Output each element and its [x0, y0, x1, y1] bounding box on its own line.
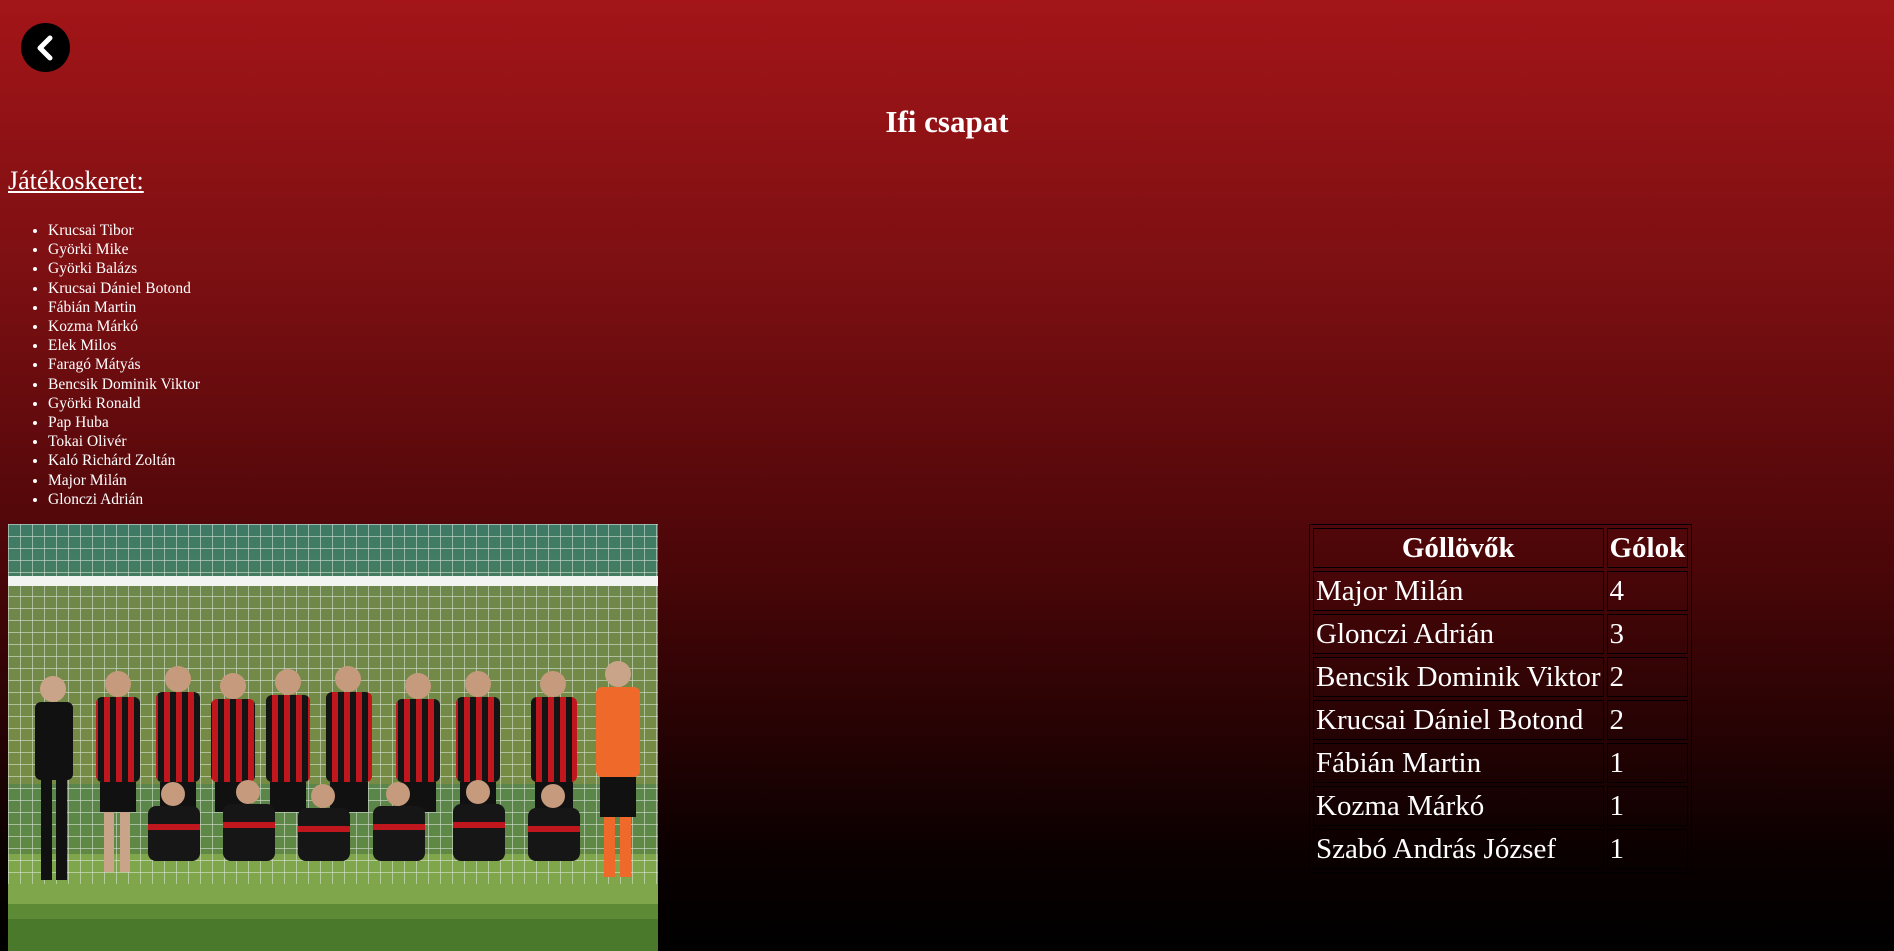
table-row: Krucsai Dániel Botond 2	[1313, 700, 1689, 740]
list-item: Kozma Márkó	[48, 317, 200, 336]
scorer-goals: 1	[1606, 829, 1689, 869]
list-item: Glonczi Adrián	[48, 490, 200, 509]
roster-list: Krucsai Tibor Györki Mike Györki Balázs …	[8, 221, 200, 509]
table-row: Fábián Martin 1	[1313, 743, 1689, 783]
table-row: Bencsik Dominik Viktor 2	[1313, 657, 1689, 697]
column-header-goals: Gólok	[1606, 528, 1689, 568]
scorer-name: Kozma Márkó	[1313, 786, 1604, 826]
list-item: Major Milán	[48, 471, 200, 490]
scorer-name: Szabó András József	[1313, 829, 1604, 869]
list-item: Faragó Mátyás	[48, 355, 200, 374]
scorer-name: Bencsik Dominik Viktor	[1313, 657, 1604, 697]
list-item: Györki Mike	[48, 240, 200, 259]
scorer-name: Krucsai Dániel Botond	[1313, 700, 1604, 740]
list-item: Pap Huba	[48, 413, 200, 432]
list-item: Krucsai Dániel Botond	[48, 279, 200, 298]
back-button[interactable]	[21, 23, 70, 72]
scorer-name: Glonczi Adrián	[1313, 614, 1604, 654]
list-item: Elek Milos	[48, 336, 200, 355]
table-row: Szabó András József 1	[1313, 829, 1689, 869]
scorer-goals: 1	[1606, 743, 1689, 783]
list-item: Tokai Olivér	[48, 432, 200, 451]
roster-heading: Játékoskeret:	[8, 166, 144, 195]
scorer-goals: 1	[1606, 786, 1689, 826]
scorer-goals: 4	[1606, 571, 1689, 611]
team-photo	[8, 524, 658, 951]
scorer-goals: 3	[1606, 614, 1689, 654]
table-row: Glonczi Adrián 3	[1313, 614, 1689, 654]
list-item: Kaló Richárd Zoltán	[48, 451, 200, 470]
scorer-name: Fábián Martin	[1313, 743, 1604, 783]
chevron-left-icon	[37, 35, 52, 60]
scorer-goals: 2	[1606, 700, 1689, 740]
list-item: Bencsik Dominik Viktor	[48, 375, 200, 394]
scorer-name: Major Milán	[1313, 571, 1604, 611]
list-item: Krucsai Tibor	[48, 221, 200, 240]
table-row: Major Milán 4	[1313, 571, 1689, 611]
scorer-goals: 2	[1606, 657, 1689, 697]
list-item: Györki Ronald	[48, 394, 200, 413]
page-title: Ifi csapat	[885, 104, 1009, 139]
list-item: Györki Balázs	[48, 259, 200, 278]
table-header-row: Góllövők Gólok	[1313, 528, 1689, 568]
scorers-table: Góllövők Gólok Major Milán 4 Glonczi Adr…	[1309, 524, 1693, 873]
table-row: Kozma Márkó 1	[1313, 786, 1689, 826]
list-item: Fábián Martin	[48, 298, 200, 317]
column-header-scorer: Góllövők	[1313, 528, 1604, 568]
